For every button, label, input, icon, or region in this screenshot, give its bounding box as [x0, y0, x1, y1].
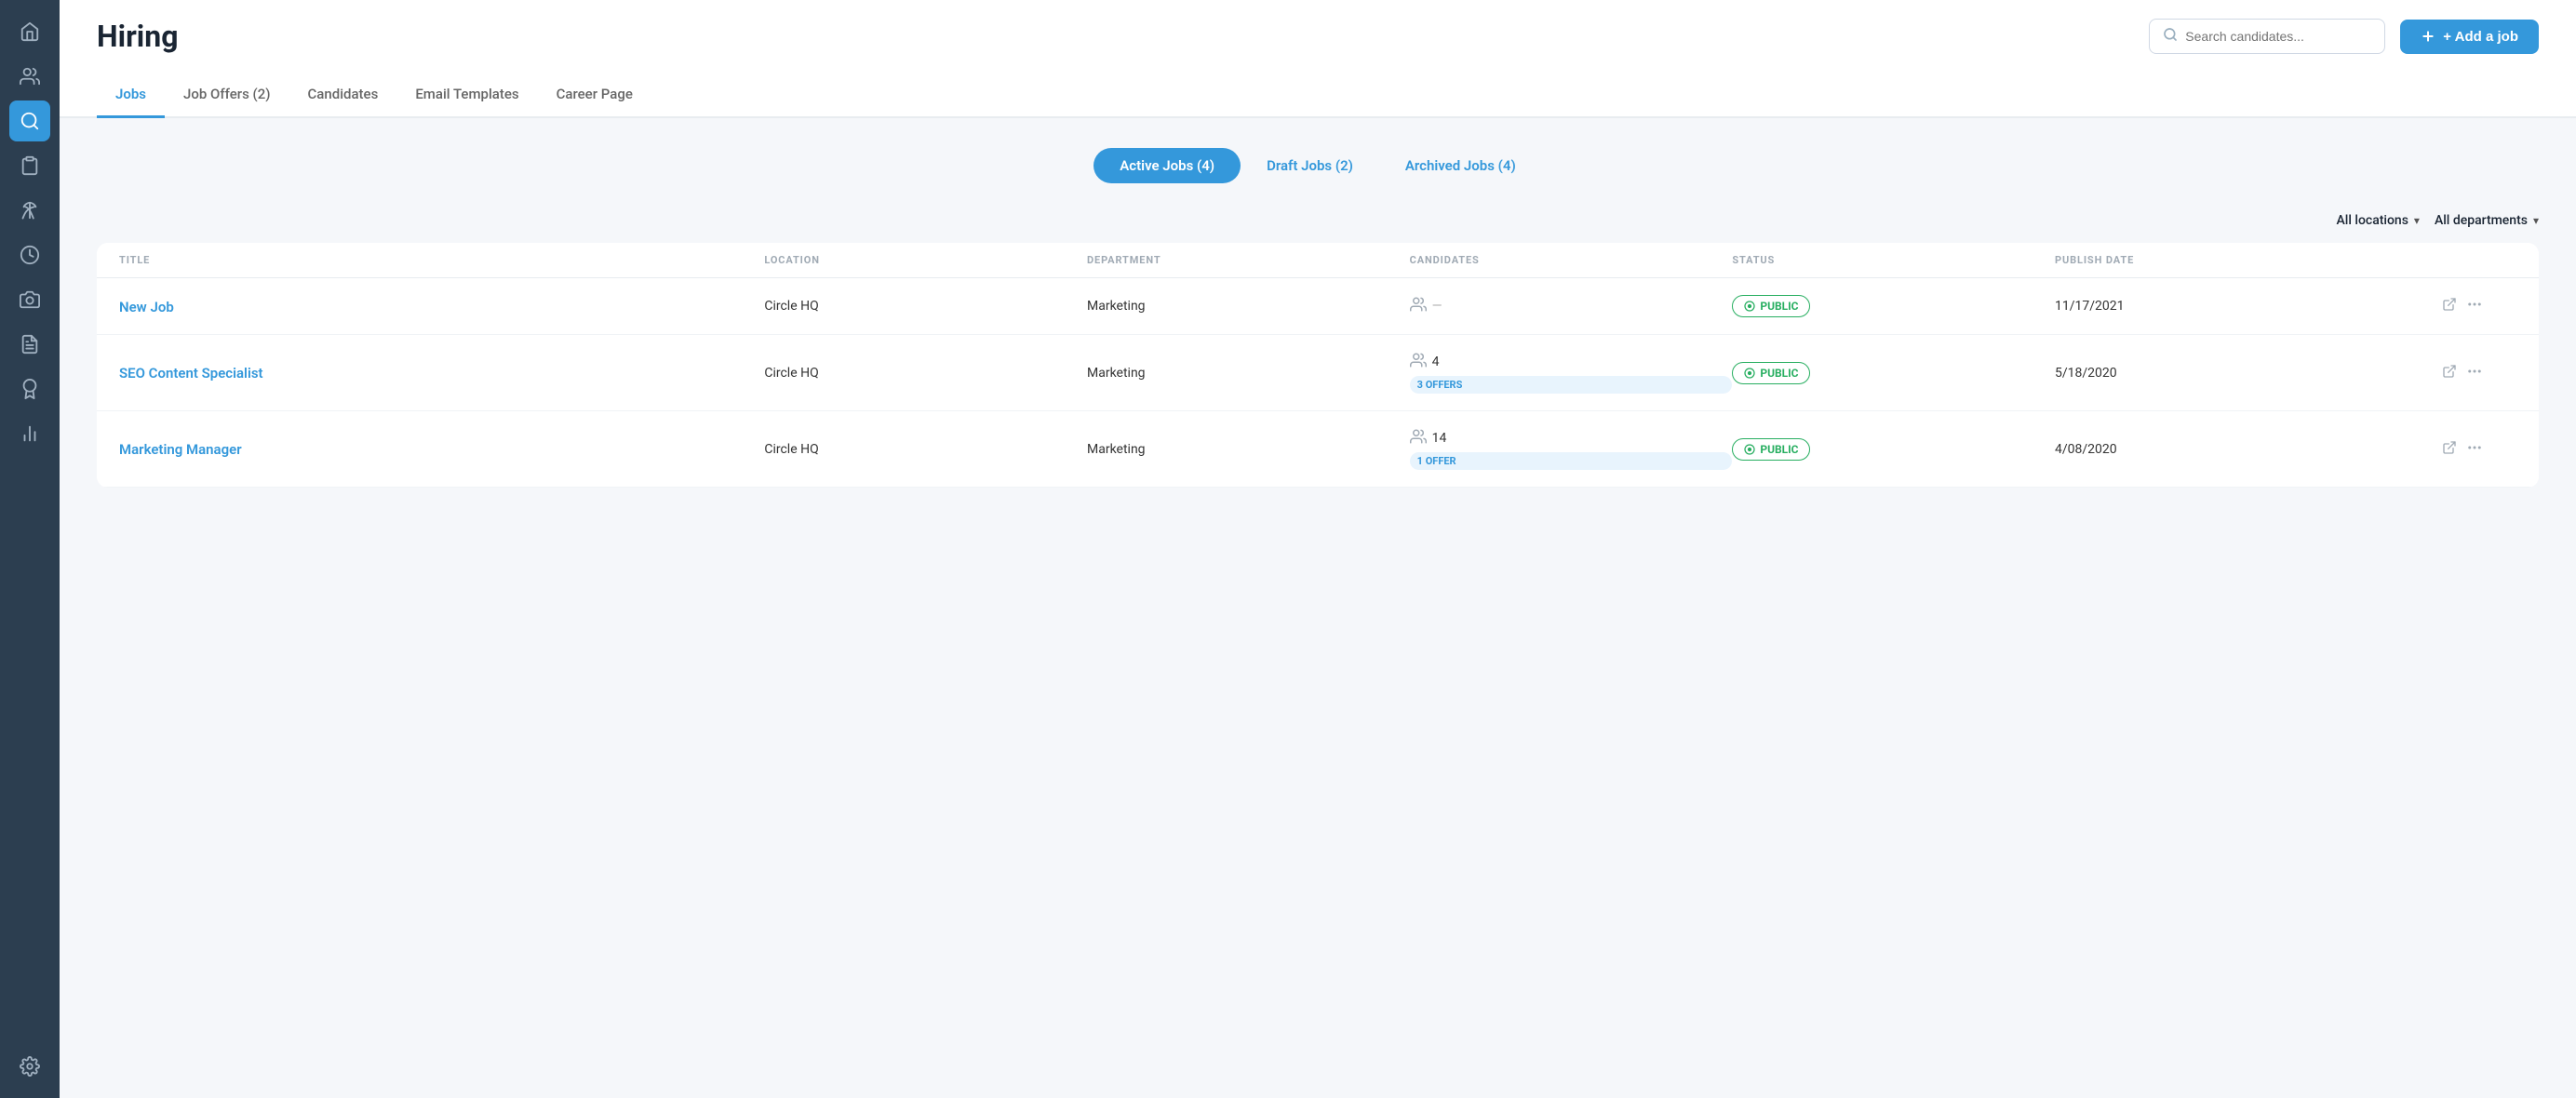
tab-candidates[interactable]: Candidates: [289, 73, 397, 118]
people-icon: [1410, 296, 1427, 316]
candidates-cell: 14 1 OFFER: [1410, 428, 1733, 470]
filter-row: All locations ▾ All departments ▾: [97, 213, 2539, 228]
table-row: Marketing Manager Circle HQ Marketing 14…: [97, 411, 2539, 488]
publish-date-cell: 5/18/2020: [2055, 366, 2442, 381]
job-filter-tabs: Active Jobs (4) Draft Jobs (2) Archived …: [97, 148, 2539, 183]
camera-icon[interactable]: [9, 279, 50, 320]
col-location: LOCATION: [764, 254, 1087, 266]
content-area: Active Jobs (4) Draft Jobs (2) Archived …: [60, 118, 2576, 1098]
header-actions: + Add a job: [2149, 19, 2539, 54]
add-job-button[interactable]: + Add a job: [2400, 20, 2539, 54]
candidates-count-text: 4: [1432, 355, 1440, 369]
tab-career-page[interactable]: Career Page: [538, 73, 651, 118]
tab-jobs[interactable]: Jobs: [97, 73, 165, 118]
users-icon[interactable]: [9, 56, 50, 97]
table-header: TITLE LOCATION DEPARTMENT CANDIDATES STA…: [97, 243, 2539, 278]
clock-icon[interactable]: [9, 234, 50, 275]
candidates-cell: —: [1410, 296, 1733, 316]
status-badge: PUBLIC: [1732, 295, 1810, 317]
job-title-link[interactable]: SEO Content Specialist: [119, 365, 263, 382]
search-box[interactable]: [2149, 19, 2385, 54]
document-icon[interactable]: [9, 324, 50, 365]
col-status: STATUS: [1732, 254, 2055, 266]
col-department: DEPARTMENT: [1087, 254, 1410, 266]
filter-archived-jobs[interactable]: Archived Jobs (4): [1379, 148, 1542, 183]
job-title-cell: New Job: [119, 298, 764, 315]
filter-active-jobs[interactable]: Active Jobs (4): [1093, 148, 1241, 183]
people-icon: [1410, 352, 1427, 372]
offers-badge: 3 OFFERS: [1410, 376, 1733, 394]
main-content: Hiring + Add a job Jobs Job Offers (2) C…: [60, 0, 2576, 1098]
location-chevron-icon: ▾: [2414, 214, 2420, 227]
publish-date-cell: 4/08/2020: [2055, 442, 2442, 457]
job-department-cell: Marketing: [1087, 442, 1410, 457]
row-actions: [2442, 296, 2516, 316]
external-link-icon[interactable]: [2442, 440, 2457, 459]
job-title-cell: Marketing Manager: [119, 440, 764, 458]
job-location-cell: Circle HQ: [764, 366, 1087, 381]
search-icon: [2163, 27, 2178, 46]
col-title: TITLE: [119, 254, 764, 266]
people-icon: [1410, 428, 1427, 449]
col-publish-date: PUBLISH DATE: [2055, 254, 2442, 266]
home-icon[interactable]: [9, 11, 50, 52]
department-chevron-icon: ▾: [2533, 214, 2539, 227]
job-title-link[interactable]: New Job: [119, 299, 174, 315]
more-options-icon[interactable]: [2466, 296, 2483, 316]
job-title-cell: SEO Content Specialist: [119, 364, 764, 382]
job-location-cell: Circle HQ: [764, 299, 1087, 314]
status-cell: PUBLIC: [1732, 295, 2055, 317]
candidates-count-text: —: [1432, 299, 1442, 314]
settings-icon[interactable]: [9, 1046, 50, 1087]
page-header: Hiring + Add a job: [60, 0, 2576, 54]
status-cell: PUBLIC: [1732, 362, 2055, 384]
publish-date-cell: 11/17/2021: [2055, 299, 2442, 314]
job-department-cell: Marketing: [1087, 366, 1410, 381]
sidebar: [0, 0, 60, 1098]
chart-icon[interactable]: [9, 413, 50, 454]
job-location-cell: Circle HQ: [764, 442, 1087, 457]
external-link-icon[interactable]: [2442, 364, 2457, 382]
search-people-icon[interactable]: [9, 100, 50, 141]
filter-draft-jobs[interactable]: Draft Jobs (2): [1241, 148, 1379, 183]
page-title: Hiring: [97, 19, 178, 54]
status-badge: PUBLIC: [1732, 362, 1810, 384]
col-actions: [2442, 254, 2516, 266]
table-row: SEO Content Specialist Circle HQ Marketi…: [97, 335, 2539, 411]
location-filter[interactable]: All locations ▾: [2336, 213, 2419, 228]
department-filter[interactable]: All departments ▾: [2435, 213, 2539, 228]
more-options-icon[interactable]: [2466, 363, 2483, 383]
external-link-icon[interactable]: [2442, 297, 2457, 315]
main-tabs: Jobs Job Offers (2) Candidates Email Tem…: [60, 73, 2576, 118]
offers-badge: 1 OFFER: [1410, 452, 1733, 470]
job-department-cell: Marketing: [1087, 299, 1410, 314]
candidates-cell: 4 3 OFFERS: [1410, 352, 1733, 394]
award-icon[interactable]: [9, 368, 50, 409]
status-cell: PUBLIC: [1732, 438, 2055, 461]
more-options-icon[interactable]: [2466, 439, 2483, 460]
clipboard-icon[interactable]: [9, 145, 50, 186]
table-row: New Job Circle HQ Marketing — PUBLIC: [97, 278, 2539, 335]
tab-email-templates[interactable]: Email Templates: [396, 73, 537, 118]
col-candidates: CANDIDATES: [1410, 254, 1733, 266]
job-title-link[interactable]: Marketing Manager: [119, 441, 242, 458]
tab-job-offers[interactable]: Job Offers (2): [165, 73, 289, 118]
search-input[interactable]: [2185, 29, 2371, 44]
candidates-count-text: 14: [1432, 431, 1447, 446]
jobs-table: TITLE LOCATION DEPARTMENT CANDIDATES STA…: [97, 243, 2539, 488]
vacation-icon[interactable]: [9, 190, 50, 231]
row-actions: [2442, 363, 2516, 383]
row-actions: [2442, 439, 2516, 460]
status-badge: PUBLIC: [1732, 438, 1810, 461]
